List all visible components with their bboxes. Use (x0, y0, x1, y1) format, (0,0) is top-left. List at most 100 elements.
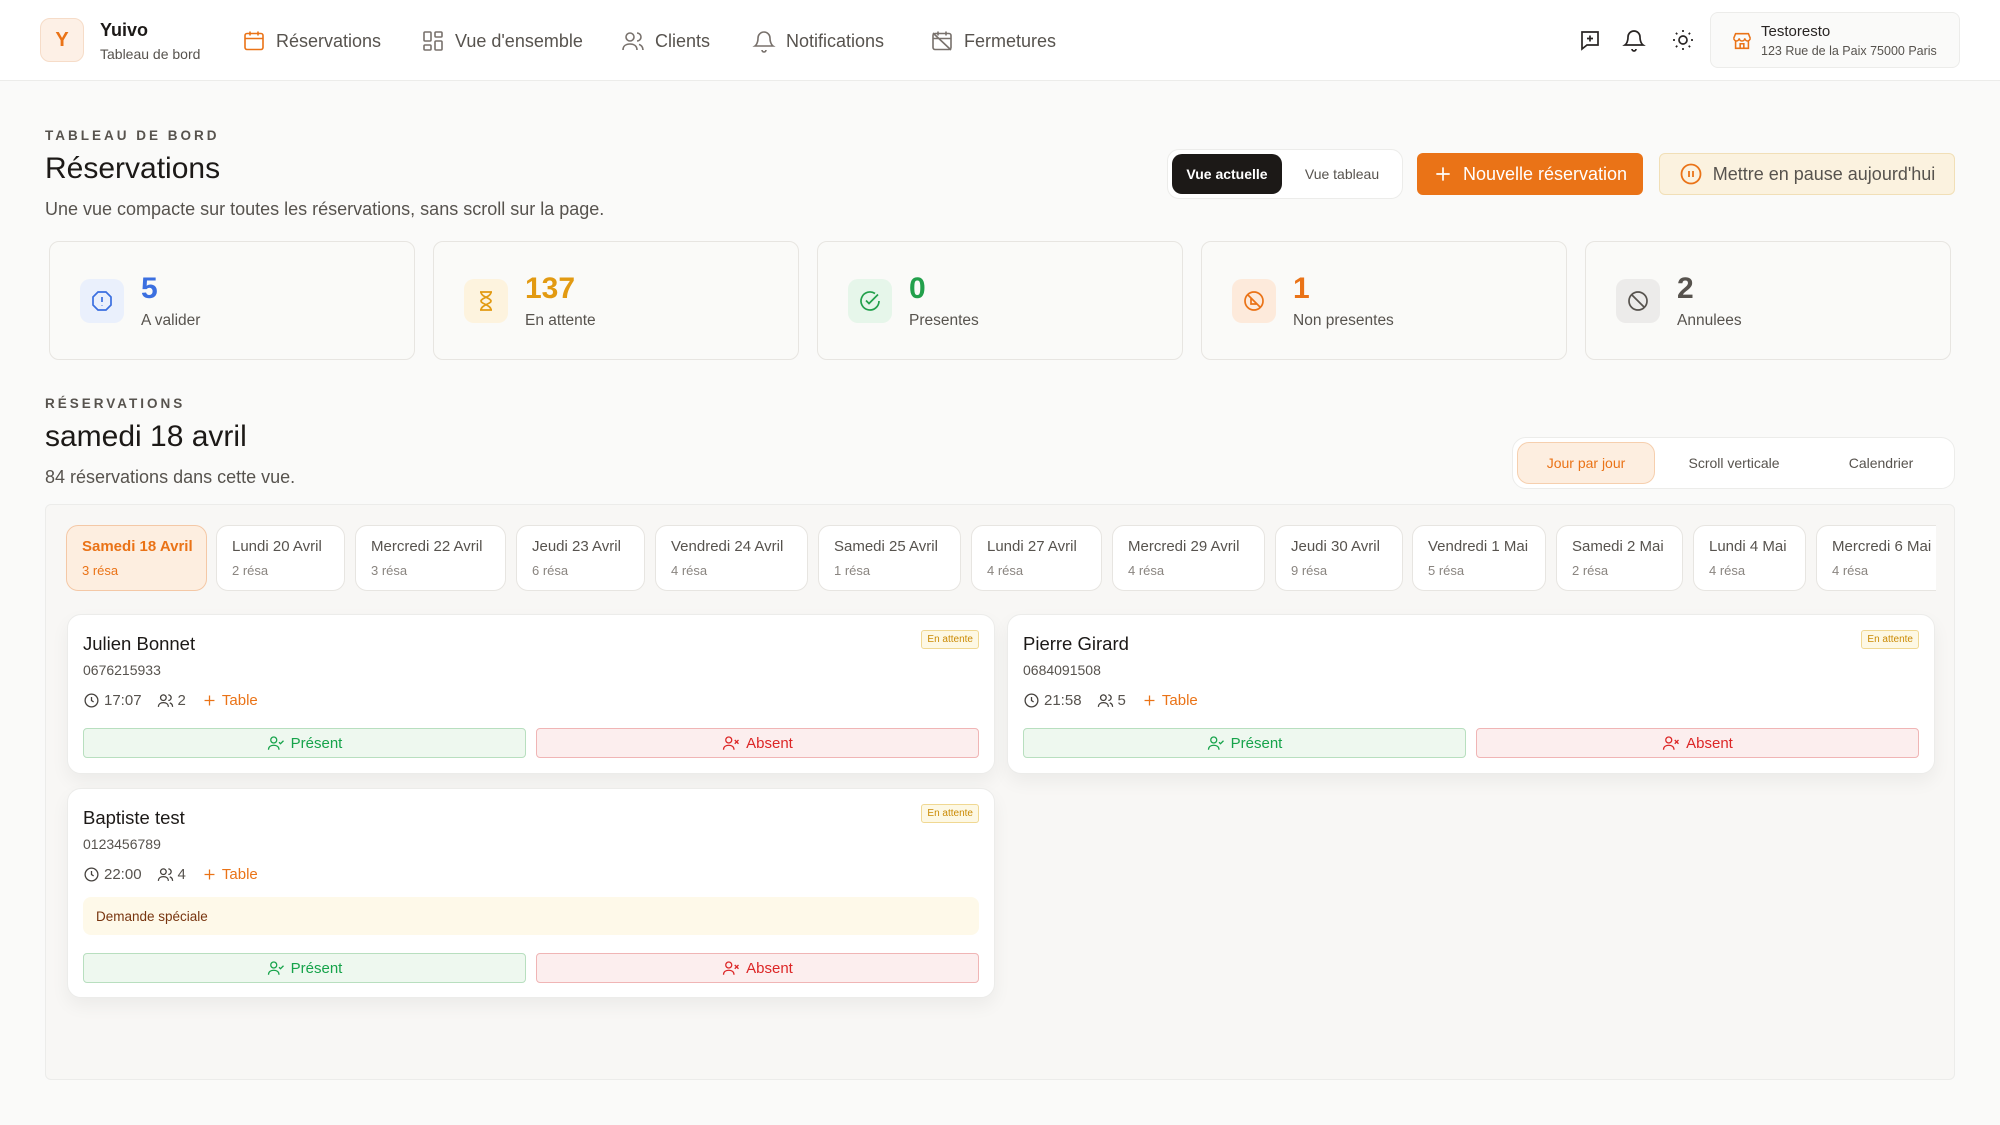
mode-calendar[interactable]: Calendrier (1811, 442, 1951, 484)
clock-icon (1024, 692, 1039, 708)
day-tab-label: Jeudi 30 Avril (1291, 538, 1380, 555)
nav-item-reservations[interactable]: Réservations (242, 26, 381, 56)
guest-name: Julien Bonnet (83, 633, 196, 654)
guest-phone: 0123456789 (83, 836, 161, 852)
view-toggle: Vue actuelle Vue tableau (1167, 149, 1403, 199)
guests-info: 5 (1097, 692, 1126, 709)
day-tab[interactable]: Vendredi 1 Mai 5 résa (1412, 525, 1546, 591)
stat-label: A valider (141, 312, 201, 329)
mark-absent-button[interactable]: Absent (536, 953, 979, 983)
assign-table-button[interactable]: Table (201, 692, 258, 709)
message-plus-icon (1581, 31, 1599, 51)
day-tabs-strip[interactable]: Samedi 18 Avril 3 résa Lundi 20 Avril 2 ré… (66, 525, 1936, 591)
mark-absent-button[interactable]: Absent (1476, 728, 1919, 758)
stat-card-present[interactable]: 0 Presentes (817, 241, 1183, 360)
day-tab[interactable]: Mercredi 6 Mai 4 résa (1816, 525, 1936, 591)
feedback-button[interactable] (1576, 26, 1604, 54)
day-tab[interactable]: Vendredi 24 Avril 4 résa (655, 525, 808, 591)
restaurant-name: Testoresto (1761, 23, 1831, 40)
day-tab-label: Lundi 4 Mai (1709, 538, 1787, 555)
check-circle-icon (860, 291, 880, 311)
grid-icon (423, 31, 443, 51)
table-label: Table (1161, 691, 1198, 709)
day-tab[interactable]: Jeudi 23 Avril 6 résa (516, 525, 645, 591)
new-reservation-button[interactable]: Nouvelle réservation (1417, 153, 1643, 195)
guest-count: 2 (177, 691, 186, 709)
day-tab[interactable]: Mercredi 29 Avril 4 résa (1112, 525, 1265, 591)
nav-item-notifications[interactable]: Notifications (752, 26, 884, 56)
guest-phone: 0684091508 (1023, 662, 1101, 678)
notifications-button[interactable] (1620, 26, 1648, 54)
day-tab[interactable]: Lundi 4 Mai 4 résa (1693, 525, 1806, 591)
mark-present-button[interactable]: Présent (83, 728, 526, 758)
view-current-option[interactable]: Vue actuelle (1172, 154, 1282, 194)
stat-label: Presentes (909, 312, 979, 329)
restaurant-selector[interactable]: Testoresto 123 Rue de la Paix 75000 Pari… (1710, 12, 1960, 68)
day-tab-count: 4 résa (671, 563, 708, 578)
day-tab[interactable]: Lundi 20 Avril 2 résa (216, 525, 345, 591)
page-eyebrow: TABLEAU DE BORD (45, 128, 220, 143)
stat-card-no-show[interactable]: 1 Non presentes (1201, 241, 1567, 360)
day-tab-count: 9 résa (1291, 563, 1328, 578)
stat-icon-bg (464, 279, 508, 323)
present-label: Présent (290, 959, 343, 977)
stat-label: Non presentes (1293, 312, 1394, 329)
reservation-card[interactable]: Baptiste test En attente 0123456789 22:0… (67, 788, 995, 998)
nav-item-closures[interactable]: Fermetures (930, 26, 1056, 56)
theme-toggle-button[interactable] (1669, 26, 1697, 54)
nav-label: Clients (655, 30, 711, 51)
plus-icon (204, 695, 215, 705)
user-check-icon (267, 961, 284, 975)
day-tab-count: 3 résa (82, 563, 119, 578)
guest-phone: 0676215933 (83, 662, 161, 678)
day-tab-count: 2 résa (1572, 563, 1609, 578)
reservation-card[interactable]: Julien Bonnet En attente 0676215933 17:0… (67, 614, 995, 774)
stat-card-cancelled[interactable]: 2 Annulees (1585, 241, 1951, 360)
user-x-icon (1663, 736, 1680, 750)
reservation-card[interactable]: Pierre Girard En attente 0684091508 21:5… (1007, 614, 1935, 774)
day-tab[interactable]: Lundi 27 Avril 4 résa (971, 525, 1102, 591)
day-tab[interactable]: Mercredi 22 Avril 3 résa (355, 525, 506, 591)
time-info: 17:07 (83, 692, 142, 709)
day-tab-label: Jeudi 23 Avril (532, 538, 621, 555)
stat-label: En attente (525, 312, 596, 329)
calendar-icon (244, 31, 264, 51)
mark-present-button[interactable]: Présent (83, 953, 526, 983)
plus-icon (204, 869, 215, 879)
restaurant-address: 123 Rue de la Paix 75000 Paris (1761, 44, 1937, 58)
nav-item-clients[interactable]: Clients (621, 26, 710, 56)
mark-present-button[interactable]: Présent (1023, 728, 1466, 758)
plus-icon (1436, 167, 1450, 181)
nav-label: Réservations (276, 30, 382, 51)
page-title: Réservations (45, 152, 221, 185)
stat-card-to-validate[interactable]: 5 A valider (49, 241, 415, 360)
users-icon (1097, 693, 1113, 707)
stat-icon-bg (1616, 279, 1660, 323)
brand-logo[interactable]: Y (40, 18, 84, 62)
assign-table-button[interactable]: Table (201, 866, 258, 883)
day-tab[interactable]: Samedi 25 Avril 1 résa (818, 525, 961, 591)
nav-label: Notifications (786, 30, 885, 51)
mode-vertical-scroll[interactable]: Scroll verticale (1664, 442, 1804, 484)
time-info: 22:00 (83, 866, 142, 883)
pause-today-button[interactable]: Mettre en pause aujourd'hui (1659, 153, 1955, 195)
stat-card-pending[interactable]: 137 En attente (433, 241, 799, 360)
pause-circle-icon (1680, 163, 1702, 185)
absent-label: Absent (1686, 734, 1733, 752)
nav-item-overview[interactable]: Vue d'ensemble (421, 26, 583, 56)
status-badge: En attente (921, 630, 979, 649)
day-tab[interactable]: Samedi 2 Mai 2 résa (1556, 525, 1683, 591)
day-tab-label: Mercredi 22 Avril (371, 538, 483, 555)
mode-day-by-day[interactable]: Jour par jour (1517, 442, 1655, 484)
no-show-icon (1244, 291, 1264, 311)
stat-value: 2 (1677, 272, 1694, 305)
special-request-note: Demande spéciale (83, 897, 979, 935)
day-tab[interactable]: Jeudi 30 Avril 9 résa (1275, 525, 1403, 591)
day-tab-count: 4 résa (1709, 563, 1746, 578)
day-tab-count: 4 résa (987, 563, 1024, 578)
assign-table-button[interactable]: Table (1141, 692, 1198, 709)
mark-absent-button[interactable]: Absent (536, 728, 979, 758)
day-tab[interactable]: Samedi 18 Avril 3 résa (66, 525, 207, 591)
view-table-option[interactable]: Vue tableau (1286, 154, 1398, 194)
reservation-time: 17:07 (104, 691, 142, 709)
